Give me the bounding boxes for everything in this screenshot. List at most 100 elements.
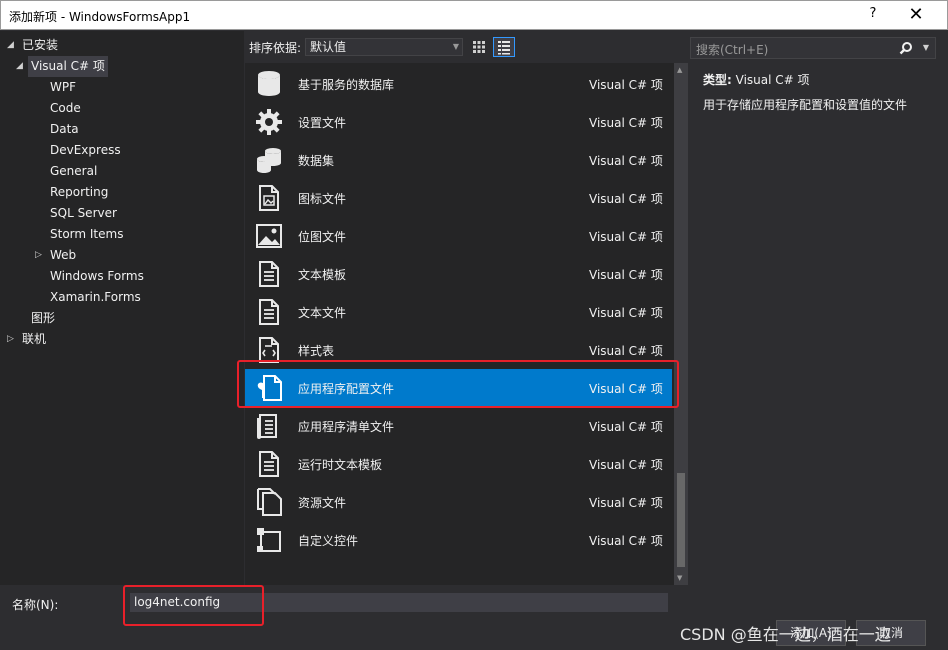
template-item-type: Visual C# 项 [589,192,663,206]
template-item-type: Visual C# 项 [589,78,663,92]
database-icon [255,70,283,98]
template-item-type: Visual C# 项 [589,534,663,548]
dataset-icon [255,146,283,174]
sort-dropdown[interactable]: 默认值 ▼ [305,38,463,56]
template-item[interactable]: 位图文件 Visual C# 项 [245,217,672,255]
template-item[interactable]: 基于服务的数据库 Visual C# 项 [245,65,672,103]
tree-item-label: General [50,164,98,178]
tree-item[interactable]: ◢ Visual C# 项 [0,56,244,77]
tree-item-label: Windows Forms [50,269,144,283]
template-item-name: 数据集 [298,154,335,168]
icon-file-icon [255,184,283,212]
chevron-right-icon[interactable]: ▷ [7,329,14,350]
details-panel: 搜索(Ctrl+E) ▼ 类型: Visual C# 项 用于存储应用程序配置和… [689,31,948,585]
template-item[interactable]: 资源文件 Visual C# 项 [245,483,672,521]
custom-control-icon [255,526,283,554]
template-item-type: Visual C# 项 [589,230,663,244]
tree-item-label: SQL Server [50,206,117,220]
template-item[interactable]: 应用程序清单文件 Visual C# 项 [245,407,672,445]
tree-item-label: Data [50,122,79,136]
tree-item[interactable]: Storm Items [0,224,244,245]
tree-item-label: Code [50,101,81,115]
chevron-down-icon[interactable]: ◢ [7,35,14,56]
template-item[interactable]: 设置文件 Visual C# 项 [245,103,672,141]
tree-item[interactable]: SQL Server [0,203,244,224]
tree-item-label: Visual C# 项 [28,56,108,77]
template-item[interactable]: 图标文件 Visual C# 项 [245,179,672,217]
template-item-name: 基于服务的数据库 [298,78,395,92]
template-item-name: 资源文件 [298,496,347,510]
template-item[interactable]: 文本模板 Visual C# 项 [245,255,672,293]
detail-description: 用于存储应用程序配置和设置值的文件 [703,98,908,112]
template-item-type: Visual C# 项 [589,268,663,282]
template-item-name: 图标文件 [298,192,347,206]
gear-icon [255,108,283,136]
chevron-down-icon[interactable]: ◢ [16,56,23,77]
tree-item[interactable]: DevExpress [0,140,244,161]
text-template-icon [255,260,283,288]
template-item[interactable]: 文本文件 Visual C# 项 [245,293,672,331]
template-list: 基于服务的数据库 Visual C# 项设置文件 Visual C# 项数据集 Vis… [245,63,674,585]
template-item[interactable]: 运行时文本模板 Visual C# 项 [245,445,672,483]
template-item-name: 运行时文本模板 [298,458,383,472]
search-icon[interactable] [899,41,913,55]
tree-item-label: Storm Items [50,227,124,241]
scroll-down-icon[interactable]: ▼ [677,574,682,582]
search-box[interactable]: 搜索(Ctrl+E) ▼ [690,37,936,59]
chevron-down-icon: ▼ [452,42,459,51]
list-scrollbar[interactable]: ▲ ▼ [674,63,688,585]
template-item[interactable]: 自定义控件 Visual C# 项 [245,521,672,559]
detail-type-label: 类型: [703,73,732,87]
template-item-type: Visual C# 项 [589,496,663,510]
window-title: 添加新项 - WindowsFormsApp1 [9,10,191,24]
scroll-thumb[interactable] [677,473,685,567]
sort-label: 排序依据: [249,41,302,55]
sort-value: 默认值 [310,40,347,54]
list-view-button[interactable] [493,37,515,57]
tree-item-label: Web [50,248,77,262]
text-file-icon [255,298,283,326]
chevron-down-icon[interactable]: ▼ [923,43,929,52]
template-item-type: Visual C# 项 [589,116,663,130]
grid-view-button[interactable] [468,37,490,57]
template-item-type: Visual C# 项 [589,344,663,358]
tree-item-label: Reporting [50,185,109,199]
grid-view-icon [473,41,485,53]
tree-item[interactable]: ▷ Web [0,245,244,266]
tree-item[interactable]: Code [0,98,244,119]
template-item-type: Visual C# 项 [589,154,663,168]
close-button[interactable]: ✕ [901,4,931,28]
tree-item[interactable]: WPF [0,77,244,98]
template-item-name: 文本文件 [298,306,347,320]
tree-item[interactable]: Xamarin.Forms [0,287,244,308]
detail-type: 类型: Visual C# 项 [703,71,810,88]
tree-item[interactable]: 图形 [0,308,244,329]
scroll-up-icon[interactable]: ▲ [677,66,682,74]
tree-item[interactable]: Windows Forms [0,266,244,287]
bitmap-icon [255,222,283,250]
chevron-right-icon[interactable]: ▷ [35,245,42,266]
tree-item-label: 联机 [22,332,47,346]
search-placeholder: 搜索(Ctrl+E) [696,43,769,57]
template-item[interactable]: 数据集 Visual C# 项 [245,141,672,179]
tree-item[interactable]: ▷ 联机 [0,329,244,350]
title-bar: 添加新项 - WindowsFormsApp1 ? ✕ [0,0,948,30]
category-tree: ◢ 已安装 ◢ Visual C# 项 WPF Code Data DevExpress Gen… [0,31,244,585]
template-item-type: Visual C# 项 [589,458,663,472]
footer: 名称(N): log4net.config 添加(A) 取消 CSDN @鱼在一… [0,585,948,650]
help-button[interactable]: ? [863,6,883,26]
tree-item[interactable]: Reporting [0,182,244,203]
tree-item-label: WPF [50,80,77,94]
tree-item[interactable]: ◢ 已安装 [0,35,244,56]
tree-item-label: DevExpress [50,143,121,157]
tree-item[interactable]: General [0,161,244,182]
tree-item[interactable]: Data [0,119,244,140]
template-item-type: Visual C# 项 [589,420,663,434]
template-item-name: 样式表 [298,344,335,358]
tree-item-label: 已安装 [22,38,59,52]
list-view-icon [498,41,510,55]
template-item-name: 文本模板 [298,268,347,282]
template-item-name: 应用程序清单文件 [298,420,395,434]
tree-item-label: 图形 [31,311,56,325]
template-item-name: 自定义控件 [298,534,359,548]
